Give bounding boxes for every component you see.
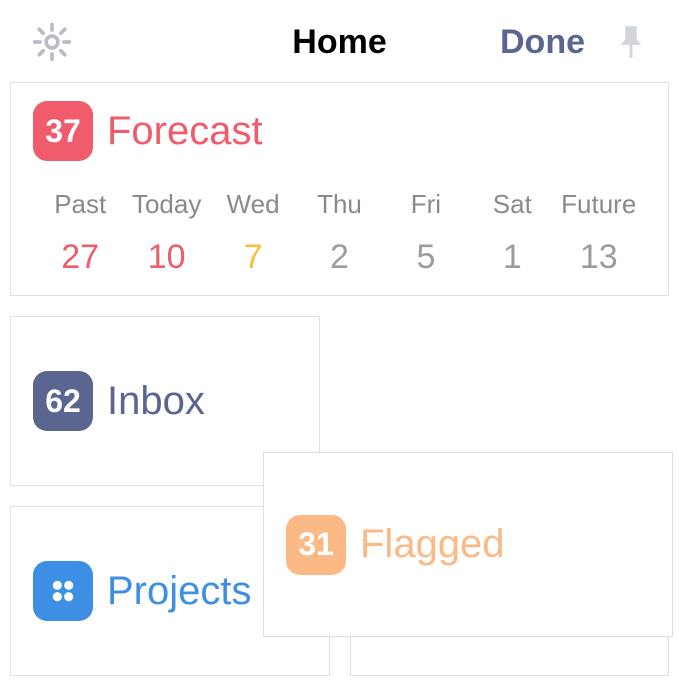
flagged-badge: 31 [286, 515, 346, 575]
done-button[interactable]: Done [500, 23, 585, 62]
forecast-day-sat[interactable]: Sat 1 [469, 189, 555, 277]
tile-forecast[interactable]: 37 Forecast Past 27 Today 10 Wed 7 Thu 2… [10, 82, 669, 296]
forecast-day-wed[interactable]: Wed 7 [210, 189, 296, 277]
gear-icon[interactable] [30, 20, 74, 64]
inbox-label: Inbox [107, 379, 205, 424]
forecast-day-thu[interactable]: Thu 2 [296, 189, 382, 277]
forecast-day-past[interactable]: Past 27 [37, 189, 123, 277]
forecast-label: Forecast [107, 109, 263, 154]
forecast-badge: 37 [33, 101, 93, 161]
tile-flagged[interactable]: 31 Flagged [263, 452, 673, 637]
forecast-day-today[interactable]: Today 10 [123, 189, 209, 277]
inbox-badge: 62 [33, 371, 93, 431]
forecast-day-future[interactable]: Future 13 [556, 189, 642, 277]
pin-icon[interactable] [613, 22, 649, 62]
header-toolbar: Home Done [0, 0, 679, 82]
page-title: Home [292, 23, 386, 62]
projects-icon [33, 561, 93, 621]
forecast-day-fri[interactable]: Fri 5 [383, 189, 469, 277]
projects-label: Projects [107, 569, 252, 614]
flagged-label: Flagged [360, 522, 505, 567]
forecast-days: Past 27 Today 10 Wed 7 Thu 2 Fri 5 Sat 1 [33, 189, 646, 277]
